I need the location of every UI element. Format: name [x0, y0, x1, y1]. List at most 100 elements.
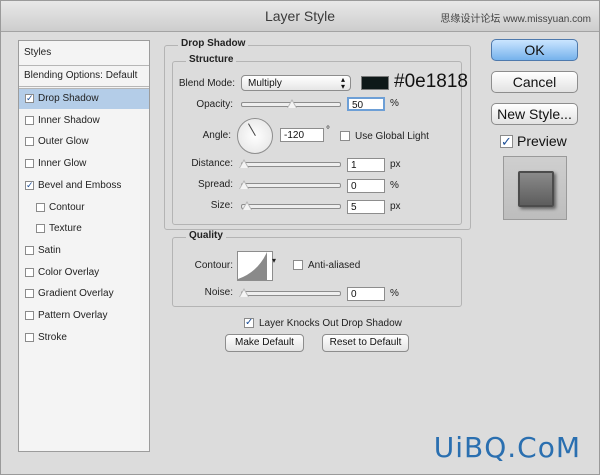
- style-item-checkbox[interactable]: [25, 311, 34, 320]
- contour-picker[interactable]: [237, 251, 273, 281]
- drop-shadow-title: Drop Shadow: [178, 38, 249, 49]
- noise-slider[interactable]: [239, 288, 341, 297]
- style-item-label: Pattern Overlay: [38, 310, 108, 321]
- style-item-label: Stroke: [38, 331, 67, 343]
- contour-curve-icon: [238, 252, 267, 280]
- blend-mode-label: Blend Mode:: [178, 78, 235, 89]
- style-item-label: Texture: [49, 223, 82, 235]
- style-item-checkbox[interactable]: ✓: [25, 180, 34, 190]
- style-item-checkbox[interactable]: [25, 245, 34, 255]
- distance-input[interactable]: 1: [347, 158, 385, 172]
- blend-mode-value: Multiply: [248, 78, 282, 89]
- distance-unit: px: [390, 159, 401, 170]
- styles-header[interactable]: Styles: [19, 43, 149, 63]
- style-item-label: Gradient Overlay: [38, 288, 114, 300]
- style-preview-thumbnail: [503, 156, 567, 220]
- opacity-label: Opacity:: [196, 99, 233, 110]
- size-unit: px: [390, 201, 401, 212]
- select-arrows-icon: ▴ ▾: [340, 75, 345, 91]
- style-item-inner-glow[interactable]: Inner Glow: [19, 154, 149, 174]
- divider: [19, 86, 149, 87]
- preview-checkbox[interactable]: ✓: [500, 135, 513, 148]
- style-item-satin[interactable]: Satin: [19, 241, 149, 261]
- style-item-label: Contour: [49, 201, 85, 213]
- slider-thumb[interactable]: [242, 201, 252, 210]
- spread-slider[interactable]: [239, 180, 341, 189]
- blending-options[interactable]: Blending Options: Default: [19, 66, 149, 86]
- make-default-button[interactable]: Make Default: [225, 334, 304, 352]
- style-item-label: Inner Shadow: [38, 114, 100, 126]
- contour-label: Contour:: [194, 260, 233, 271]
- size-label: Size:: [210, 200, 233, 211]
- cancel-button[interactable]: Cancel: [491, 71, 578, 93]
- distance-label: Distance:: [191, 158, 233, 169]
- style-item-checkbox[interactable]: [36, 224, 45, 234]
- slider-thumb[interactable]: [239, 180, 249, 189]
- opacity-slider[interactable]: [241, 99, 341, 108]
- style-item-checkbox[interactable]: [25, 289, 34, 299]
- preview-label: Preview: [517, 133, 567, 149]
- style-item-pattern-overlay[interactable]: Pattern Overlay: [19, 306, 149, 326]
- style-item-label: Outer Glow: [38, 136, 89, 148]
- styles-panel: Styles Blending Options: Default ✓ Drop S…: [18, 40, 150, 452]
- new-style-button[interactable]: New Style...: [491, 103, 578, 125]
- style-item-label: Bevel and Emboss: [38, 179, 122, 191]
- style-item-checkbox[interactable]: [25, 332, 34, 342]
- spread-unit: %: [390, 180, 399, 191]
- style-item-label: Color Overlay: [38, 266, 100, 278]
- style-item-label: Drop Shadow: [38, 93, 99, 104]
- style-item-checkbox[interactable]: [25, 115, 34, 125]
- distance-slider[interactable]: [239, 159, 341, 168]
- structure-title: Structure: [186, 54, 237, 65]
- style-item-contour[interactable]: Contour: [19, 198, 149, 218]
- style-item-bevel-and-emboss[interactable]: ✓ Bevel and Emboss: [19, 176, 149, 196]
- slider-thumb[interactable]: [287, 99, 297, 108]
- style-item-label: Inner Glow: [38, 158, 87, 170]
- noise-unit: %: [390, 288, 399, 299]
- color-hex-label: #0e1818: [394, 71, 468, 92]
- style-item-stroke[interactable]: Stroke: [19, 328, 149, 348]
- noise-input[interactable]: 0: [347, 287, 385, 301]
- watermark-bottom: UiBQ.CoM: [433, 431, 581, 464]
- spread-input[interactable]: 0: [347, 179, 385, 193]
- slider-thumb[interactable]: [239, 288, 249, 297]
- size-slider[interactable]: [241, 201, 341, 210]
- angle-label: Angle:: [202, 130, 231, 141]
- contour-dropdown-icon[interactable]: ▾: [272, 256, 276, 265]
- use-global-light-checkbox[interactable]: [340, 131, 350, 141]
- style-item-color-overlay[interactable]: Color Overlay: [19, 263, 149, 283]
- knockout-checkbox[interactable]: ✓: [244, 318, 254, 328]
- use-global-light-label: Use Global Light: [355, 131, 429, 142]
- angle-input[interactable]: -120: [280, 128, 324, 142]
- anti-aliased-label: Anti-aliased: [308, 260, 361, 271]
- opacity-input[interactable]: 50: [347, 97, 385, 111]
- reset-to-default-button[interactable]: Reset to Default: [322, 334, 409, 352]
- preview-square: [518, 171, 554, 207]
- slider-thumb[interactable]: [239, 159, 249, 168]
- opacity-unit: %: [390, 98, 399, 109]
- style-item-texture[interactable]: Texture: [19, 219, 149, 239]
- ok-button[interactable]: OK: [491, 39, 578, 61]
- style-item-label: Satin: [38, 244, 61, 256]
- layer-style-dialog: Layer Style 思缘设计论坛 www.missyuan.com Styl…: [0, 0, 600, 475]
- blend-mode-select[interactable]: Multiply ▴ ▾: [241, 75, 351, 91]
- style-item-outer-glow[interactable]: Outer Glow: [19, 132, 149, 152]
- style-item-drop-shadow[interactable]: ✓ Drop Shadow: [19, 89, 149, 109]
- title-bar[interactable]: Layer Style 思缘设计论坛 www.missyuan.com: [1, 1, 599, 32]
- style-item-gradient-overlay[interactable]: Gradient Overlay: [19, 284, 149, 304]
- style-item-checkbox[interactable]: ✓: [25, 94, 34, 103]
- anti-aliased-checkbox[interactable]: [293, 260, 303, 270]
- angle-unit: °: [326, 125, 330, 136]
- style-item-checkbox[interactable]: [36, 202, 45, 212]
- watermark-top: 思缘设计论坛 www.missyuan.com: [440, 14, 591, 25]
- style-item-checkbox[interactable]: [25, 137, 34, 147]
- angle-dial[interactable]: [237, 118, 273, 154]
- size-input[interactable]: 5: [347, 200, 385, 214]
- shadow-color-swatch[interactable]: [361, 76, 389, 90]
- style-item-checkbox[interactable]: [25, 159, 34, 169]
- noise-label: Noise:: [204, 287, 233, 298]
- spread-label: Spread:: [197, 179, 233, 190]
- style-item-checkbox[interactable]: [25, 267, 34, 277]
- angle-needle: [248, 123, 256, 136]
- style-item-inner-shadow[interactable]: Inner Shadow: [19, 111, 149, 131]
